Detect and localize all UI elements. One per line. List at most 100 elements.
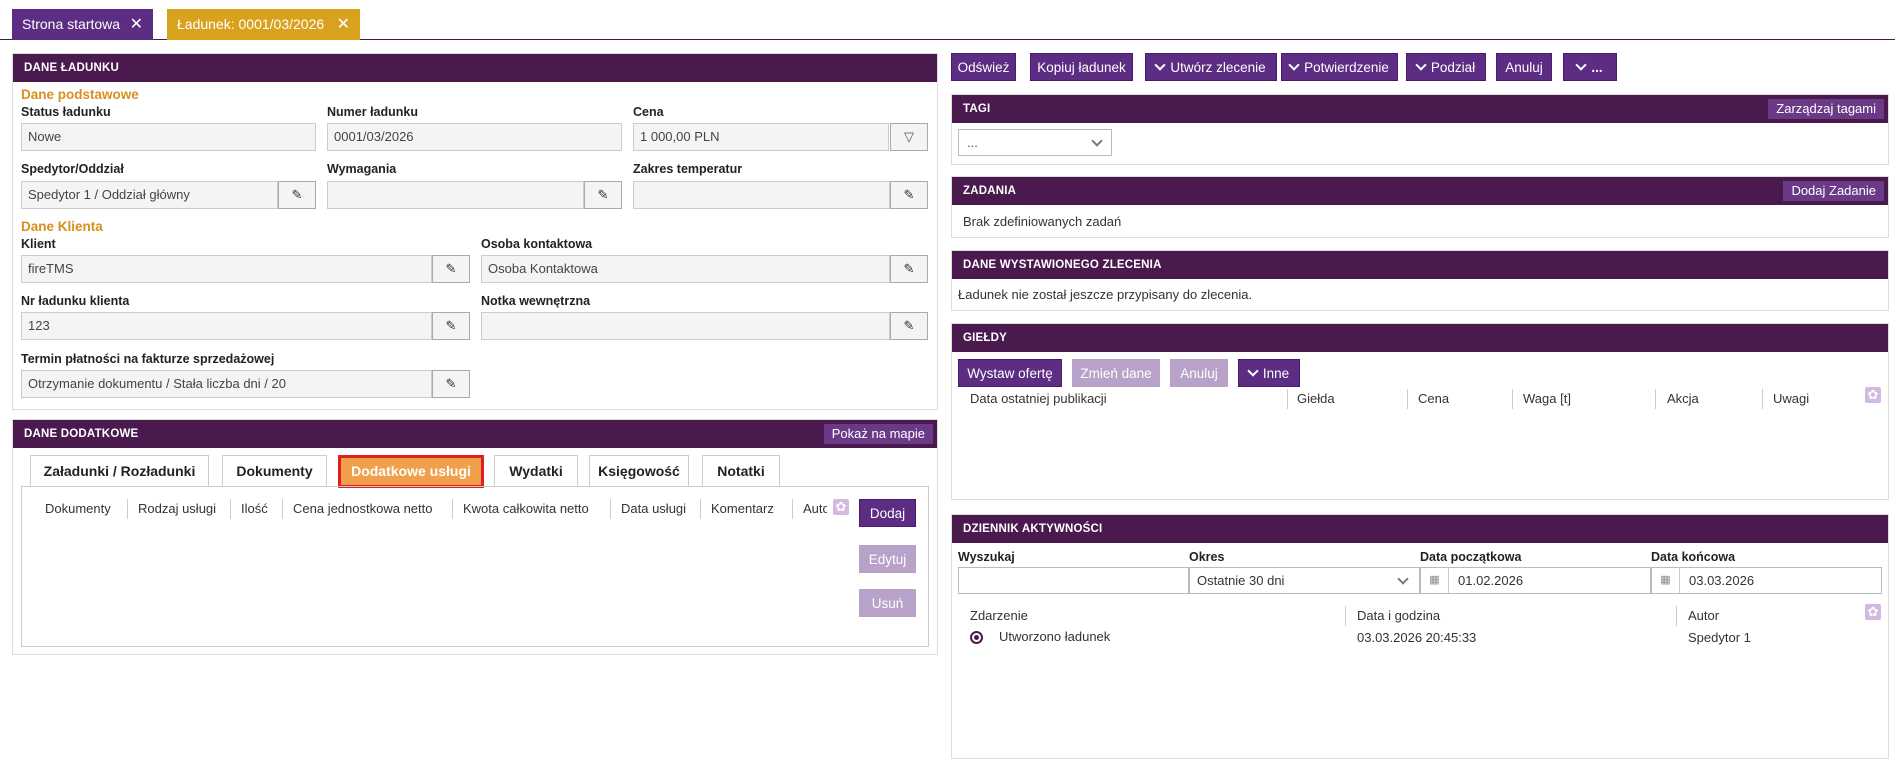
edit-client-button[interactable]: ✎ bbox=[432, 255, 470, 283]
create-order-button[interactable]: Utwórz zlecenie bbox=[1145, 53, 1277, 81]
status-field: Nowe bbox=[21, 123, 316, 151]
period-select[interactable]: Ostatnie 30 dni bbox=[1189, 567, 1420, 594]
edit-temperature-button[interactable]: ✎ bbox=[890, 181, 928, 209]
column-header: Giełda bbox=[1297, 391, 1335, 406]
column-header: Akcja bbox=[1667, 391, 1699, 406]
column-divider bbox=[610, 499, 611, 519]
publish-offer-button[interactable]: Wystaw ofertę bbox=[958, 359, 1062, 387]
edit-icon: ✎ bbox=[903, 318, 915, 333]
edit-client-load-number-button[interactable]: ✎ bbox=[432, 312, 470, 340]
tab-bar: Strona startowa ✕ Ładunek: 0001/03/2026 … bbox=[0, 0, 1895, 40]
add-service-button[interactable]: Dodaj bbox=[859, 499, 916, 527]
price-label: Cena bbox=[633, 105, 664, 119]
requirements-label: Wymagania bbox=[327, 162, 397, 176]
start-date-input[interactable]: ▦ 01.02.2026 bbox=[1420, 567, 1651, 594]
edit-payment-term-button[interactable]: ✎ bbox=[432, 370, 470, 398]
tab-accounting[interactable]: Księgowość bbox=[589, 455, 689, 487]
show-map-button[interactable]: Pokaż na mapie bbox=[823, 424, 933, 444]
column-divider bbox=[1512, 389, 1513, 409]
column-header: Data ostatniej publikacji bbox=[970, 391, 1107, 406]
column-header: Data i godzina bbox=[1357, 608, 1441, 623]
edit-icon: ✎ bbox=[903, 187, 915, 202]
tab-load[interactable]: Ładunek: 0001/03/2026 ✕ bbox=[167, 9, 360, 40]
end-date-input[interactable]: ▦ 03.03.2026 bbox=[1651, 567, 1882, 594]
add-task-button[interactable]: Dodaj Zadanie bbox=[1783, 181, 1884, 201]
panel-title: DANE DODATKOWE bbox=[24, 428, 139, 440]
panel-title: ZADANIA bbox=[963, 185, 1017, 197]
cancel-button[interactable]: Anuluj bbox=[1496, 53, 1552, 81]
triangle-down-icon: ▽ bbox=[904, 129, 914, 144]
tab-start-page[interactable]: Strona startowa ✕ bbox=[12, 9, 153, 40]
refresh-button[interactable]: Odśwież bbox=[951, 53, 1016, 81]
section-client: Dane Klienta bbox=[21, 219, 103, 234]
column-divider bbox=[452, 499, 453, 519]
forwarder-label: Spedytor/Oddział bbox=[21, 162, 124, 176]
copy-load-button[interactable]: Kopiuj ładunek bbox=[1030, 53, 1133, 81]
forwarder-field: Spedytor 1 / Oddział główny bbox=[21, 181, 278, 209]
price-filter-button[interactable]: ▽ bbox=[890, 123, 928, 151]
activity-datetime: 03.03.2026 20:45:33 bbox=[1357, 630, 1477, 645]
column-divider bbox=[1676, 606, 1677, 626]
edit-service-button[interactable]: Edytuj bbox=[859, 545, 916, 573]
panel-header: DANE DODATKOWE Pokaż na mapie bbox=[13, 420, 937, 448]
close-icon[interactable]: ✕ bbox=[130, 9, 143, 40]
other-button[interactable]: Inne bbox=[1238, 359, 1300, 387]
tab-notes[interactable]: Notatki bbox=[702, 455, 780, 487]
column-divider bbox=[230, 499, 231, 519]
radio-icon bbox=[970, 631, 983, 644]
end-date-label: Data końcowa bbox=[1651, 550, 1736, 564]
calendar-icon[interactable]: ▦ bbox=[1652, 568, 1680, 593]
column-header: Zdarzenie bbox=[970, 608, 1028, 623]
column-divider bbox=[1345, 606, 1346, 626]
client-load-number-label: Nr ładunku klienta bbox=[21, 294, 130, 308]
tab-documents[interactable]: Dokumenty bbox=[222, 455, 327, 487]
calendar-icon[interactable]: ▦ bbox=[1421, 568, 1449, 593]
more-button[interactable]: ... bbox=[1563, 53, 1617, 81]
search-label: Wyszukaj bbox=[958, 550, 1015, 564]
price-field: 1 000,00 PLN bbox=[633, 123, 889, 151]
internal-note-label: Notka wewnętrzna bbox=[481, 294, 591, 308]
column-header: Autor bbox=[803, 501, 827, 516]
tab-label: Ładunek: 0001/03/2026 bbox=[177, 16, 325, 32]
activity-event: Utworzono ładunek bbox=[999, 629, 1111, 644]
chevron-down-icon bbox=[1091, 135, 1103, 147]
edit-icon: ✎ bbox=[445, 376, 457, 391]
edit-contact-button[interactable]: ✎ bbox=[890, 255, 928, 283]
tab-expenses[interactable]: Wydatki bbox=[494, 455, 578, 487]
column-divider bbox=[282, 499, 283, 519]
start-date-value: 01.02.2026 bbox=[1458, 573, 1524, 588]
column-header: Waga [t] bbox=[1523, 391, 1571, 406]
gear-icon[interactable]: ✿ bbox=[833, 499, 849, 515]
tags-select[interactable]: ... bbox=[958, 129, 1112, 156]
requirements-field bbox=[327, 181, 584, 209]
panel-header: DANE ŁADUNKU bbox=[13, 54, 937, 82]
column-header: Data usługi bbox=[621, 501, 687, 516]
change-data-button[interactable]: Zmień dane bbox=[1072, 359, 1160, 387]
edit-requirements-button[interactable]: ✎ bbox=[584, 181, 622, 209]
chevron-down-icon bbox=[1154, 59, 1167, 71]
exchange-cancel-button[interactable]: Anuluj bbox=[1170, 359, 1228, 387]
search-input[interactable] bbox=[958, 567, 1189, 594]
gear-icon[interactable]: ✿ bbox=[1865, 387, 1881, 403]
split-button[interactable]: Podział bbox=[1406, 53, 1486, 81]
number-field: 0001/03/2026 bbox=[327, 123, 622, 151]
delete-service-button[interactable]: Usuń bbox=[859, 589, 916, 617]
edit-forwarder-button[interactable]: ✎ bbox=[278, 181, 316, 209]
tab-additional-services[interactable]: Dodatkowe usługi bbox=[338, 455, 484, 488]
section-basic: Dane podstawowe bbox=[21, 87, 139, 102]
tags-select-value: ... bbox=[967, 135, 978, 150]
close-icon[interactable]: ✕ bbox=[337, 9, 350, 40]
manage-tags-button[interactable]: Zarządzaj tagami bbox=[1768, 99, 1884, 119]
chevron-down-icon bbox=[1247, 365, 1259, 377]
gear-icon[interactable]: ✿ bbox=[1865, 604, 1881, 620]
panel-header: TAGI Zarządzaj tagami bbox=[952, 95, 1888, 123]
number-label: Numer ładunku bbox=[327, 105, 418, 119]
period-select-value: Ostatnie 30 dni bbox=[1197, 573, 1285, 588]
column-divider bbox=[700, 499, 701, 519]
tab-loadings[interactable]: Załadunki / Rozładunki bbox=[30, 455, 209, 487]
exchanges-panel: GIEŁDY bbox=[951, 323, 1889, 500]
start-date-label: Data początkowa bbox=[1420, 550, 1522, 564]
status-label: Status ładunku bbox=[21, 105, 111, 119]
edit-internal-note-button[interactable]: ✎ bbox=[890, 312, 928, 340]
confirmation-button[interactable]: Potwierdzenie bbox=[1281, 53, 1398, 81]
